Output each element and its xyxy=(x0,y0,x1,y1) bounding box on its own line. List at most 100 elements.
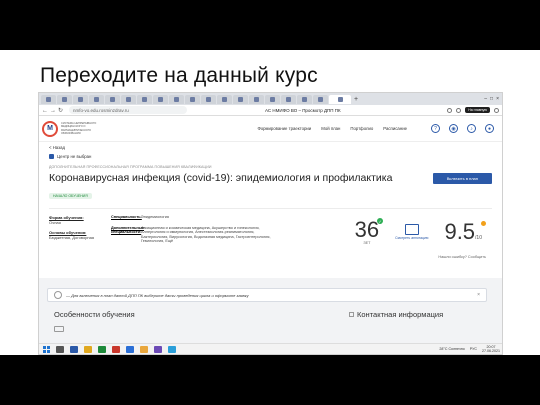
chrome-icon[interactable] xyxy=(140,345,148,353)
lower-section: — Для включения в план данной ДПП ПК выб… xyxy=(39,278,502,348)
user-icon[interactable]: ● xyxy=(485,124,494,133)
logo-icon[interactable]: M xyxy=(42,120,58,137)
screenshot: + – □ × ← → ↻ nmfo-vo.edu.rosminzdrav.ru А… xyxy=(38,92,503,355)
favicon-icon xyxy=(142,96,147,102)
page-title-text: АС НМИФО ВО – Просмотр ДПП ПК xyxy=(265,107,341,113)
maximize-icon[interactable]: □ xyxy=(490,96,493,102)
eye-icon[interactable]: ◉ xyxy=(449,124,458,133)
favicon-icon xyxy=(254,96,259,102)
browser-tab[interactable] xyxy=(89,94,104,104)
favicon-icon xyxy=(190,96,195,102)
forward-icon[interactable]: → xyxy=(50,108,56,114)
browser-tab[interactable] xyxy=(169,94,184,104)
section-contact[interactable]: Контактная информация xyxy=(349,310,484,319)
windows-start-icon[interactable] xyxy=(43,345,50,353)
language-indicator[interactable]: РУС xyxy=(470,347,477,351)
browser-tab[interactable] xyxy=(121,94,136,104)
program-type: ДОПОЛНИТЕЛЬНАЯ ПРОФЕССИОНАЛЬНАЯ ПРОГРАММ… xyxy=(49,165,212,169)
browser-tab[interactable] xyxy=(233,94,248,104)
close-icon[interactable]: × xyxy=(477,292,480,298)
study-details: Форма обучения: Очная Основы обучения: Б… xyxy=(49,215,111,250)
annotation-link[interactable]: Смотреть аннотацию xyxy=(395,224,428,241)
url-field[interactable]: nmfo-vo.edu.rosminzdrav.ru xyxy=(69,106,188,114)
info-icon[interactable] xyxy=(481,221,486,227)
bookmark-icon[interactable] xyxy=(456,107,462,113)
section-contact-title: Контактная информация xyxy=(357,310,444,319)
slide-title: Переходите на данный курс xyxy=(40,64,318,87)
browser-tab-active[interactable] xyxy=(329,94,351,104)
nav-item-schedule[interactable]: Расписание xyxy=(383,126,407,131)
browser-tab[interactable] xyxy=(313,94,328,104)
powerpoint-icon[interactable] xyxy=(112,345,120,353)
browser-tab[interactable] xyxy=(137,94,152,104)
browser-tab[interactable] xyxy=(185,94,200,104)
nav-buttons: ← → ↻ xyxy=(42,107,65,114)
rating-max: /10 xyxy=(475,235,482,242)
check-icon: ✓ xyxy=(377,218,384,225)
back-link[interactable]: < Назад xyxy=(49,145,492,150)
browser-tab[interactable] xyxy=(281,94,296,104)
header-icons: ? ◉ ♪ ● xyxy=(431,124,494,133)
nav-item-trajectory[interactable]: Формирование траектории xyxy=(257,126,311,131)
favicon-icon xyxy=(270,96,275,102)
info-circle-icon xyxy=(54,291,62,299)
main-nav: Формирование траектории Мой план Портфол… xyxy=(257,124,494,133)
reload-icon[interactable]: ↻ xyxy=(58,108,63,114)
word-icon[interactable] xyxy=(126,345,134,353)
favicon-icon xyxy=(78,96,83,102)
search-icon[interactable] xyxy=(56,345,64,353)
browser-tab[interactable] xyxy=(297,94,312,104)
telegram-icon[interactable] xyxy=(168,345,176,353)
folder-icon[interactable] xyxy=(84,345,92,353)
browser-tab[interactable] xyxy=(217,94,232,104)
favicon-icon xyxy=(110,96,115,102)
browser-tab[interactable] xyxy=(249,94,264,104)
hours-unit: ЗЕТ xyxy=(363,241,371,246)
app-icon[interactable] xyxy=(154,345,162,353)
new-tab-icon[interactable]: + xyxy=(354,96,358,103)
clock[interactable]: 20:07 27.06.2021 xyxy=(482,345,500,353)
browser-tab-bar: + – □ × xyxy=(39,93,502,105)
weather-text[interactable]: 28°C Солнечно xyxy=(439,347,464,351)
browser-tab[interactable] xyxy=(265,94,280,104)
browser-tab[interactable] xyxy=(105,94,120,104)
minimize-icon[interactable]: – xyxy=(484,96,487,102)
notice-banner: — Для включения в план данной ДПП ПК выб… xyxy=(47,288,487,302)
book-icon xyxy=(404,224,419,236)
browser-tab[interactable] xyxy=(73,94,88,104)
nav-item-portfolio[interactable]: Портфолио xyxy=(350,126,373,131)
browser-tab[interactable] xyxy=(153,94,168,104)
extension-icon[interactable] xyxy=(447,107,453,113)
menu-icon[interactable] xyxy=(494,107,499,113)
system-tray: 28°C Солнечно РУС 20:07 27.06.2021 xyxy=(439,345,500,353)
bell-icon[interactable]: ♪ xyxy=(467,124,476,133)
excel-icon[interactable] xyxy=(98,345,106,353)
report-error-link[interactable]: Нашли ошибку? Сообщить xyxy=(49,255,486,259)
feature-icon xyxy=(54,326,64,332)
nav-item-my-plan[interactable]: Мой план xyxy=(321,126,340,131)
add-to-plan-button[interactable]: Включить в план xyxy=(432,172,492,184)
favicon-icon xyxy=(337,96,343,102)
form-value: Очная xyxy=(49,220,61,225)
browser-tab[interactable] xyxy=(57,94,72,104)
browser-tab[interactable] xyxy=(41,94,56,104)
expand-icon xyxy=(349,312,354,317)
explorer-icon[interactable] xyxy=(70,345,78,353)
annotation-label: Смотреть аннотацию xyxy=(395,236,429,241)
browser-tab[interactable] xyxy=(201,94,216,104)
center-selector[interactable]: Центр не выбран xyxy=(49,154,492,159)
hours-stat: 36 ЗЕТ ✓ xyxy=(355,218,384,246)
favicon-icon xyxy=(126,96,131,102)
close-icon[interactable]: × xyxy=(496,96,499,102)
course-stats: 36 ЗЕТ ✓ Смотреть аннотацию 9.5 /10 xyxy=(355,215,486,250)
section-headers: Особенности обучения Контактная информац… xyxy=(54,310,484,319)
favicon-icon xyxy=(46,96,51,102)
help-icon[interactable]: ? xyxy=(431,124,440,133)
notice-text: — Для включения в план данной ДПП ПК выб… xyxy=(66,292,249,298)
main-content: < Назад Центр не выбран ДОПОЛНИТЕЛЬНАЯ П… xyxy=(39,142,502,262)
toolbar-right: На главную xyxy=(447,107,499,113)
profile-chip[interactable]: На главную xyxy=(465,107,490,113)
back-icon[interactable]: ← xyxy=(42,108,48,114)
specialty-details: Специальность: Эпидемиология Дополнитель… xyxy=(111,215,271,250)
favicon-icon xyxy=(206,96,211,102)
